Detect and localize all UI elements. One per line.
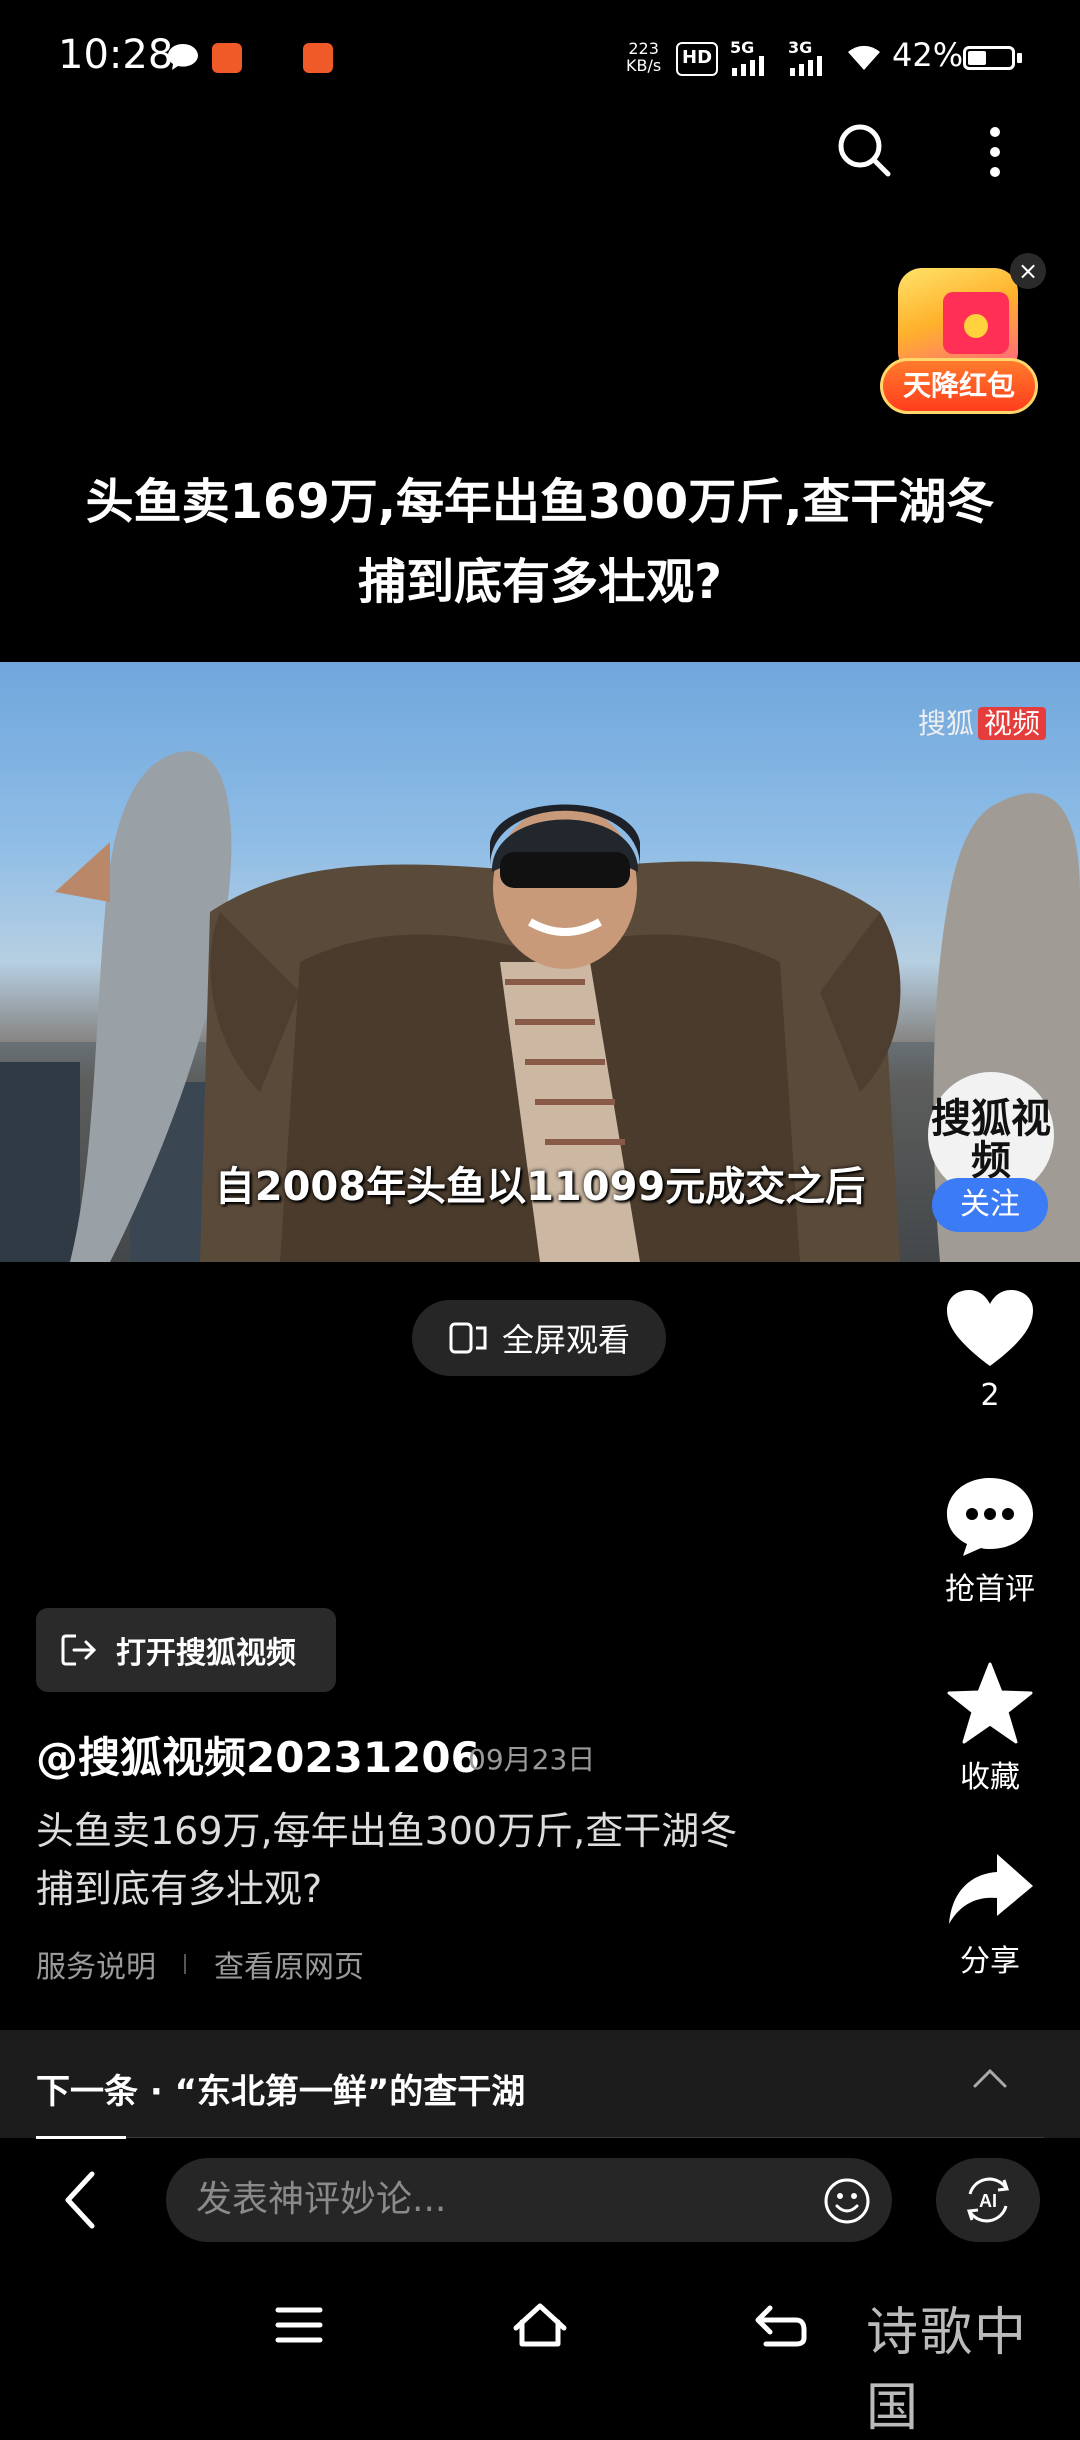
home-nav-icon[interactable] [510,2300,570,2350]
next-divider [126,2137,1044,2138]
open-app-button[interactable]: 打开搜狐视频 [36,1608,336,1692]
message-icon [168,44,198,70]
signal-5g-icon [732,56,764,76]
fullscreen-label: 全屏观看 [501,1321,630,1359]
share-button[interactable]: 分享 [930,1852,1050,1980]
more-options-icon[interactable] [980,124,1010,180]
description-line-1: 头鱼卖169万,每年出鱼300万斤,查干湖冬 [36,1809,738,1853]
back-arrow-icon[interactable] [60,2168,100,2232]
battery-icon [963,46,1015,70]
watermark-tag: 视频 [977,707,1046,740]
open-external-icon [61,1634,97,1666]
back-nav-icon[interactable] [752,2300,808,2350]
status-bar: 10:28 223 KB/s HD 5G 3G 42% [0,0,1080,120]
follow-button[interactable]: 关注 [932,1178,1048,1232]
corner-watermark: 诗歌中国 [866,2303,1029,2438]
ai-assistant-button[interactable]: AI [936,2158,1040,2242]
wifi-icon [848,45,880,70]
open-app-label: 打开搜狐视频 [116,1636,296,1671]
view-original-link[interactable]: 查看原网页 [214,1942,364,1986]
author-name[interactable]: @搜狐视频20231206 [36,1724,480,1785]
comment-label: 抢首评 [945,1572,1035,1607]
favorite-button[interactable]: 收藏 [930,1662,1050,1796]
watermark-brand: 搜狐 [917,707,974,740]
search-icon[interactable] [836,122,892,178]
page-title: 头鱼卖169万,每年出鱼300万斤,查干湖冬 捕到底有多壮观? [85,474,995,610]
red-packet-promo[interactable]: 天降红包 [880,268,1038,420]
net-speed-value: 223 [628,39,659,58]
star-icon [947,1662,1033,1744]
like-button[interactable]: 2 [930,1290,1050,1413]
battery-percent: 42% [892,36,964,74]
net-speed-unit: KB/s [626,56,662,75]
comment-input[interactable]: 发表神评妙论... [166,2158,892,2242]
comment-button[interactable]: 抢首评 [930,1476,1050,1608]
comment-icon [947,1478,1033,1556]
info-links: 服务说明 查看原网页 [36,1942,364,1986]
favorite-label: 收藏 [960,1760,1020,1795]
video-description: 头鱼卖169万,每年出鱼300万斤,查干湖冬 捕到底有多壮观? [36,1802,836,1918]
emoji-icon[interactable] [822,2176,872,2226]
publish-date: 09月23日 [468,1743,596,1776]
battery-nub [1017,53,1022,63]
share-label: 分享 [960,1944,1020,1979]
share-icon [949,1854,1033,1924]
service-info-link[interactable]: 服务说明 [36,1942,156,1986]
fullscreen-button[interactable]: 全屏观看 [412,1300,666,1376]
next-progress-indicator [36,2136,126,2139]
heart-icon [947,1290,1033,1366]
ai-icon: AI [966,2177,1010,2223]
description-line-2: 捕到底有多壮观? [36,1867,323,1911]
next-item-title: 下一条 · “东北第一鲜”的查干湖 [36,2072,526,2112]
menu-nav-icon[interactable] [274,2300,324,2350]
video-player[interactable]: 搜狐 视频 搜狐视频 自2008年头鱼以11099元成交之后 关注 [0,662,1080,1262]
net-speed: 223 KB/s [626,40,661,74]
like-count: 2 [980,1378,1000,1413]
battery-fill [968,51,986,65]
signal-3g-icon [790,56,822,76]
next-item-bar[interactable]: 下一条 · “东北第一鲜”的查干湖 [0,2030,1080,2139]
red-packet-label: 天降红包 [880,358,1038,414]
chevron-up-icon[interactable] [972,2066,1008,2090]
link-separator [184,1954,186,1974]
fullscreen-icon [449,1322,487,1354]
red-envelope-seal [964,314,988,338]
video-watermark: 搜狐 视频 [918,702,1046,742]
app-notification-icon [212,43,242,73]
hd-icon: HD [676,42,719,76]
red-packet-close-button[interactable]: × [1010,253,1046,289]
app-notification-icon-2 [303,43,333,73]
video-subtitle: 自2008年头鱼以11099元成交之后 [214,1164,866,1210]
svg-text:AI: AI [979,2191,997,2211]
status-time: 10:28 [58,32,174,78]
